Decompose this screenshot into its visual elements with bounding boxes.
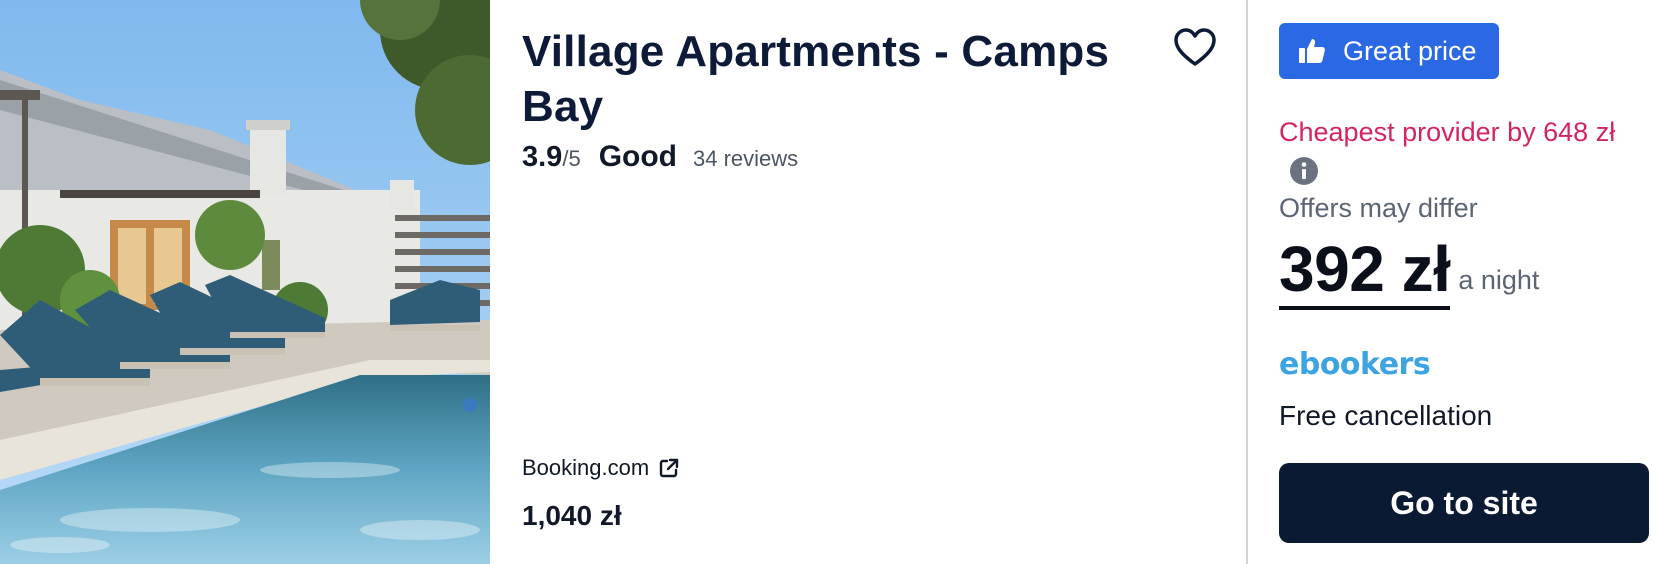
favorite-button[interactable] (1173, 26, 1217, 70)
rating-row: 3.9 /5 Good 34 reviews (522, 140, 798, 174)
deal-panel: Great price Cheapest provider by 648 zł … (1248, 0, 1654, 564)
offers-may-differ: Offers may differ (1279, 193, 1478, 223)
free-cancellation: Free cancellation (1279, 400, 1493, 431)
rating-label: Good (598, 140, 677, 173)
alternative-price: 1,040 zł (522, 500, 622, 531)
hotel-name[interactable]: Village Apartments - Camps Bay (522, 24, 1132, 134)
reviews-link[interactable]: 34 reviews (693, 146, 798, 172)
hotel-info: Village Apartments - Camps Bay 3.9 /5 Go… (490, 0, 1246, 564)
pool-terrace-illustration (0, 0, 490, 564)
hotel-photo[interactable] (0, 0, 490, 564)
provider-logo: ebookers (1279, 347, 1431, 382)
cheapest-provider-note: Cheapest provider by 648 zł (1279, 112, 1629, 192)
info-circle-icon[interactable] (1289, 156, 1319, 186)
thumbs-up-icon (1297, 36, 1327, 66)
nightly-price[interactable]: 392 zł (1279, 234, 1451, 310)
alternative-provider-name: Booking.com (522, 455, 650, 480)
cheapest-provider-text: Cheapest provider by 648 zł (1279, 117, 1616, 147)
badge-label: Great price (1343, 35, 1477, 66)
price-unit: a night (1458, 265, 1540, 295)
price-row: 392 zł a night (1279, 234, 1539, 310)
rating-max: /5 (562, 146, 581, 171)
external-link-icon (657, 456, 681, 480)
alternative-provider-link[interactable]: Booking.com (522, 455, 681, 481)
great-price-badge: Great price (1279, 23, 1499, 79)
heart-outline-icon (1174, 28, 1216, 66)
rating-score: 3.9 (522, 141, 563, 173)
hotel-result-card: Village Apartments - Camps Bay 3.9 /5 Go… (0, 0, 1654, 564)
go-to-site-button[interactable]: Go to site (1279, 463, 1649, 543)
